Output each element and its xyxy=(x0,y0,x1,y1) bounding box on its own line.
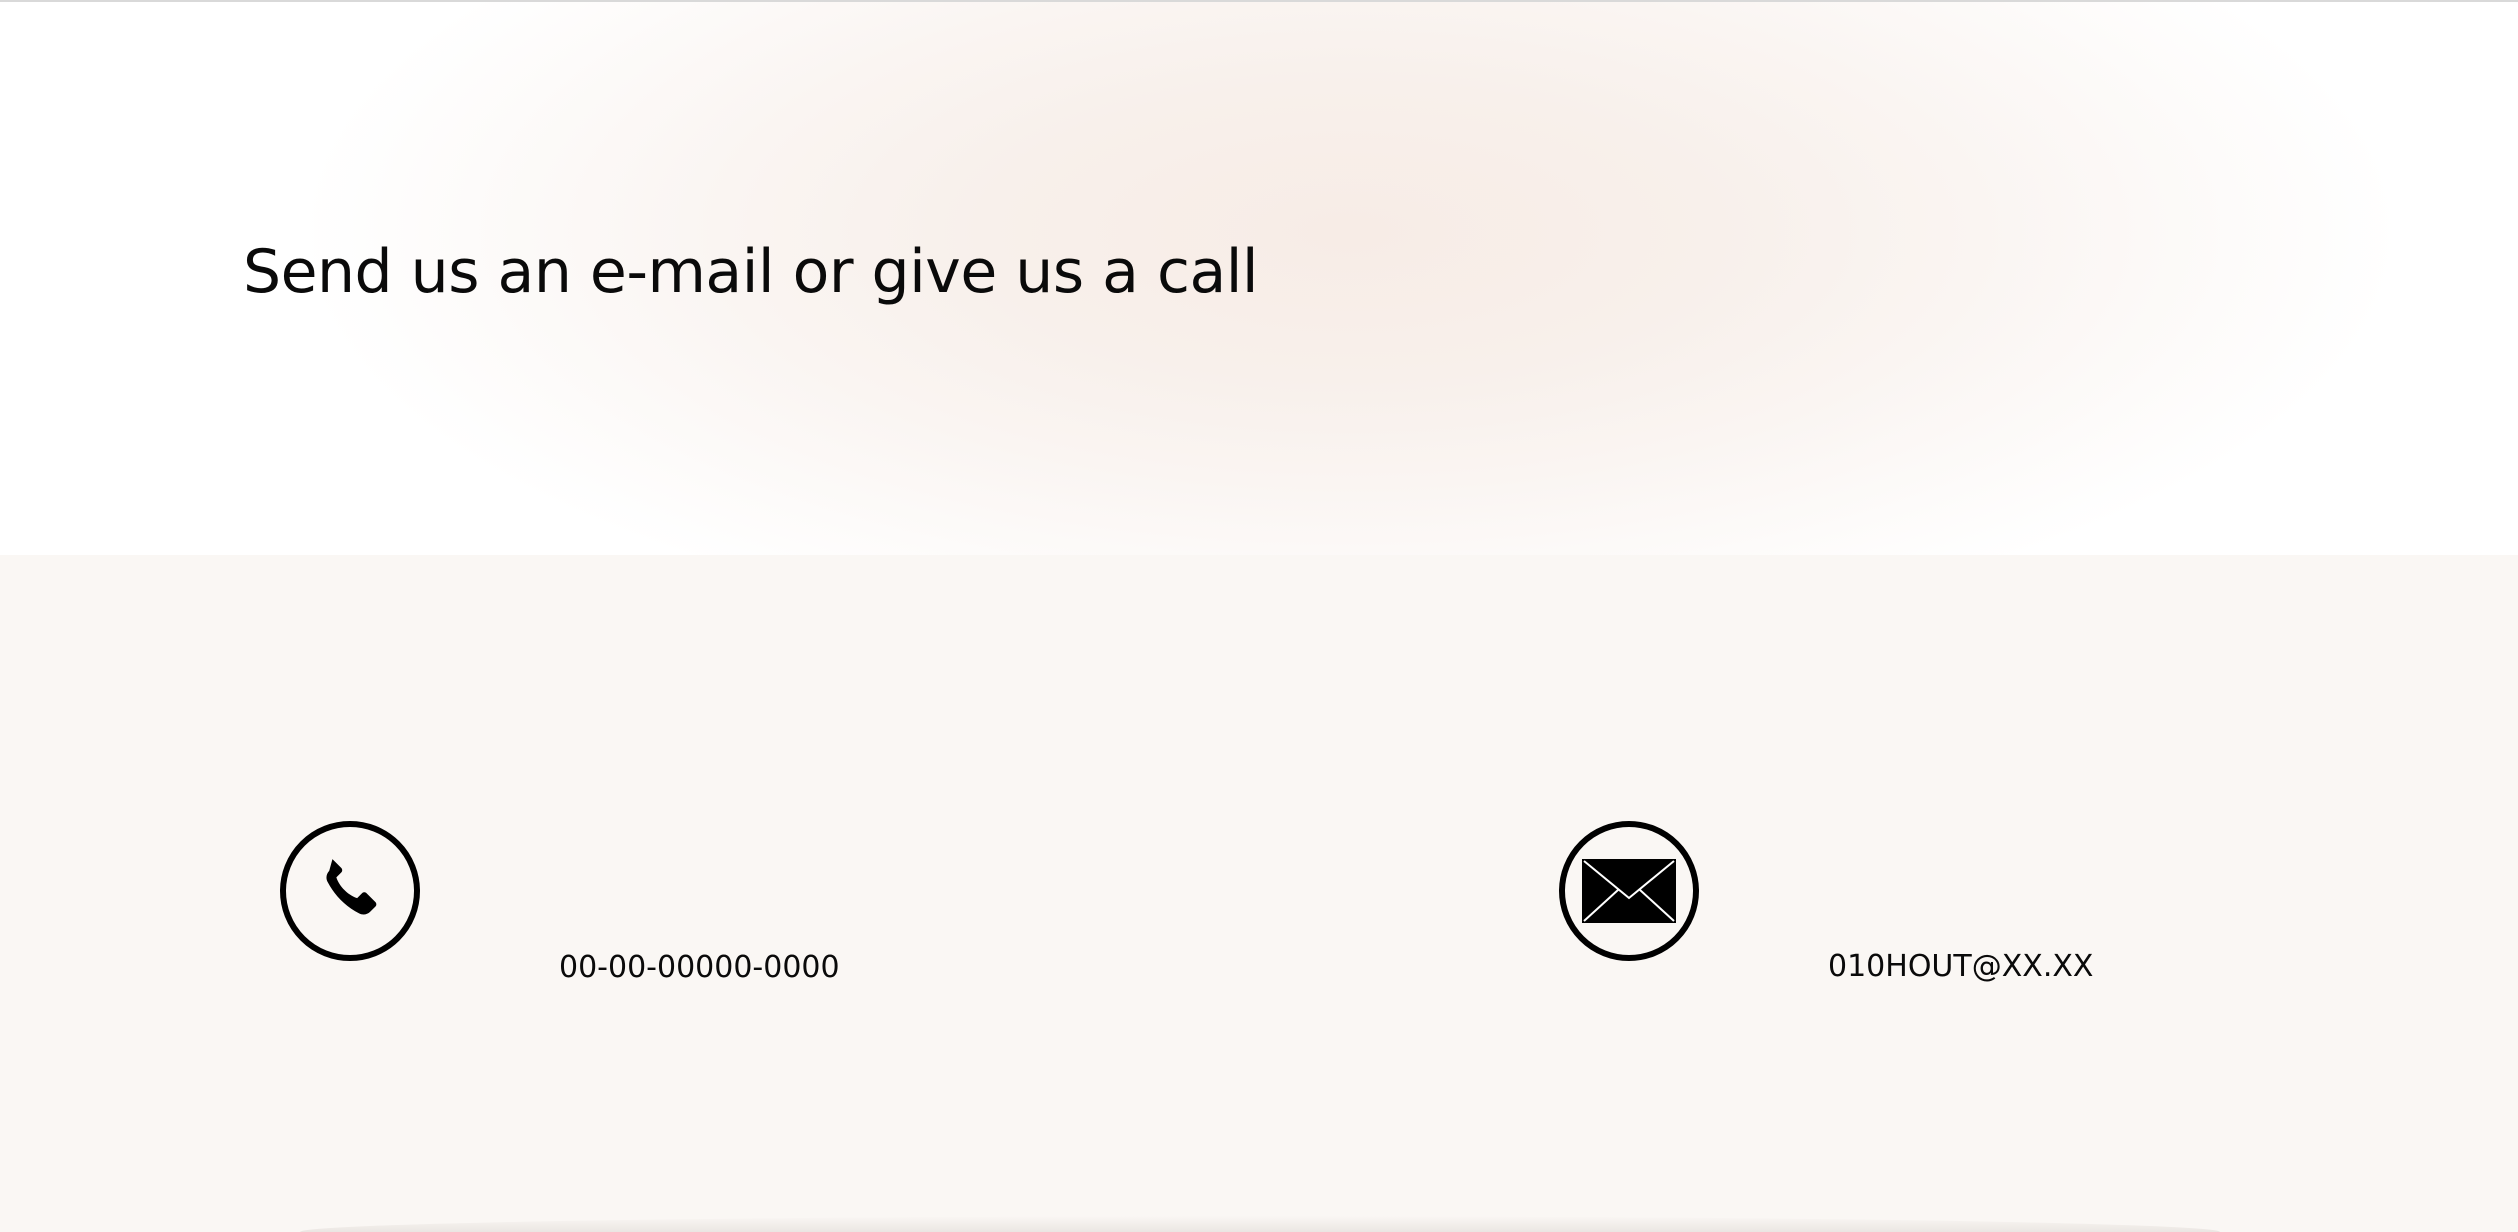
envelope-icon xyxy=(1559,821,1699,961)
contact-section: 00-00-00000-0000 010HOUT@XX.XX xyxy=(0,555,2518,1232)
email-address[interactable]: 010HOUT@XX.XX xyxy=(1828,948,2093,986)
page-title: Send us an e-mail or give us a call xyxy=(243,237,1259,307)
phone-number[interactable]: 00-00-00000-0000 xyxy=(559,949,840,987)
phone-icon xyxy=(280,821,420,961)
hero-section: Send us an e-mail or give us a call xyxy=(0,2,2518,555)
contact-page: Send us an e-mail or give us a call 00-0… xyxy=(0,0,2518,1232)
next-section-edge xyxy=(300,1216,2220,1232)
